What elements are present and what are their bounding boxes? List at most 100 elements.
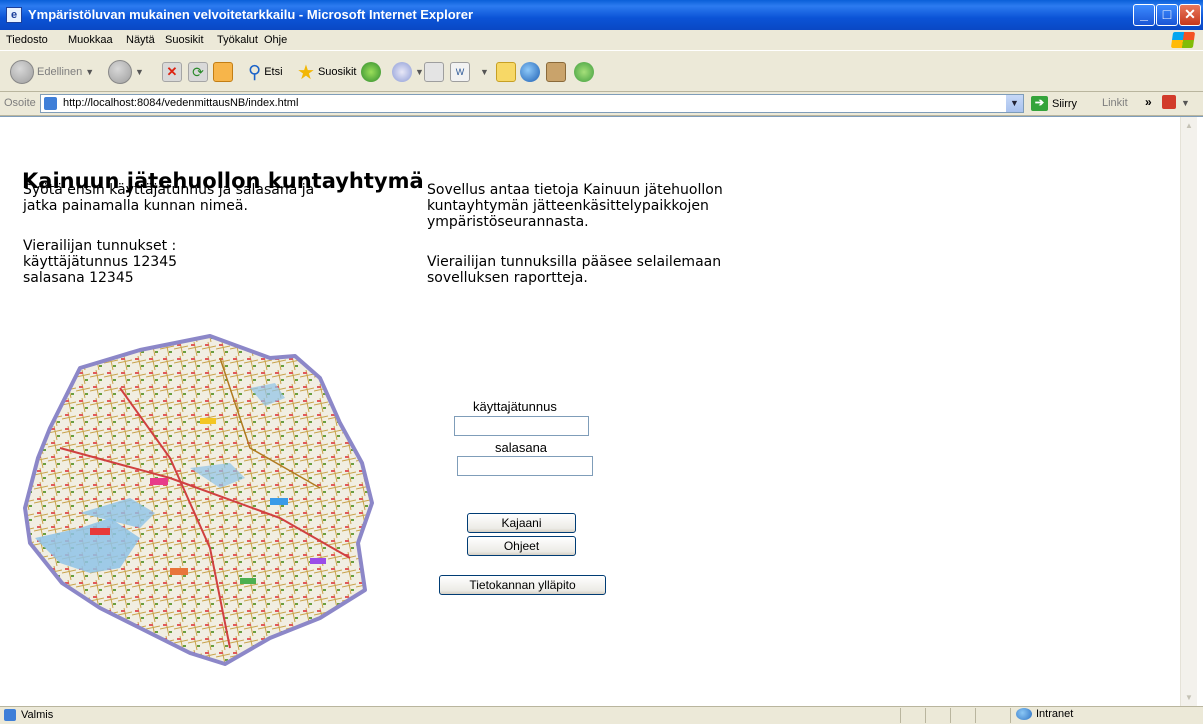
edit-button[interactable]: W (450, 59, 470, 85)
database-admin-button[interactable]: Tietokannan ylläpito (439, 575, 606, 595)
window-title: Ympäristöluvan mukainen velvoitetarkkail… (28, 7, 474, 22)
messenger-button[interactable] (574, 59, 594, 85)
minimize-button[interactable]: _ (1133, 4, 1155, 26)
town-marker (240, 578, 256, 584)
address-url: http://localhost:8084/vedenmittausNB/ind… (63, 97, 299, 109)
title-bar: e Ympäristöluvan mukainen velvoitetarkka… (0, 0, 1203, 30)
page-content: Kainuun jätehuollon kuntayhtymä Syötä en… (0, 116, 1203, 706)
intro-right-line: kuntayhtymän jätteenkäsittelypaikkojen (427, 198, 709, 214)
chevron-down-icon: ▼ (85, 67, 95, 77)
intro-right-line: ympäristöseurannasta. (427, 214, 589, 230)
ie-icon: e (6, 7, 22, 23)
home-icon (213, 62, 233, 82)
intro-left-line: Syötä ensin käyttäjätunnus ja salasana j… (23, 182, 315, 198)
history-icon (361, 62, 381, 82)
chevron-down-icon: ▼ (480, 67, 489, 77)
chevron-down-icon[interactable]: ▼ (1181, 98, 1190, 108)
books-icon (546, 62, 566, 82)
toolbar: Edellinen ▼ ▼ ✕ ⟳ ⚲ Etsi ★ Suosikit ▼ W … (0, 50, 1203, 92)
maximize-button[interactable]: □ (1156, 4, 1178, 26)
print-button[interactable] (424, 59, 444, 85)
search-label: Etsi (264, 66, 283, 78)
discuss-button[interactable] (496, 59, 516, 85)
kainuu-map (23, 334, 374, 666)
intro-right-line: Sovellus antaa tietoja Kainuun jätehuoll… (427, 182, 723, 198)
stop-icon: ✕ (162, 62, 182, 82)
visitor-line: Vierailijan tunnukset : (23, 238, 177, 254)
intranet-icon (1016, 708, 1032, 720)
kajaani-button[interactable]: Kajaani (467, 513, 576, 533)
search-button[interactable]: ⚲ Etsi (248, 59, 283, 85)
page-icon (4, 709, 16, 721)
intro-right: Sovellus antaa tietoja Kainuun jätehuoll… (427, 182, 723, 230)
help-button[interactable]: Ohjeet (467, 536, 576, 556)
town-marker (150, 478, 168, 485)
windows-logo-icon (1170, 32, 1196, 48)
address-input[interactable]: http://localhost:8084/vedenmittausNB/ind… (40, 94, 1024, 113)
menu-tools[interactable]: Työkalut (217, 34, 258, 46)
intro-left: Syötä ensin käyttäjätunnus ja salasana j… (23, 182, 314, 214)
pdf-icon[interactable] (1162, 95, 1176, 109)
menu-bar: Tiedosto Muokkaa Näytä Suosikit Työkalut… (0, 30, 1203, 50)
word-icon: W (450, 62, 470, 82)
favorites-star-icon: ★ (297, 61, 315, 84)
folder-icon (496, 62, 516, 82)
username-input[interactable] (454, 416, 589, 436)
chevron-down-icon[interactable]: ▼ (1006, 95, 1023, 112)
messenger-icon (574, 62, 594, 82)
security-zone: Intranet (1016, 708, 1073, 720)
forward-button[interactable]: ▼ (108, 59, 144, 85)
page-icon (44, 97, 57, 110)
password-label: salasana (495, 440, 548, 455)
chevron-down-icon: ▼ (135, 67, 144, 77)
status-divider (1010, 708, 1011, 723)
history-button[interactable] (361, 59, 381, 85)
stop-button[interactable]: ✕ (162, 59, 182, 85)
links-label[interactable]: Linkit (1102, 97, 1128, 109)
forward-arrow-icon (108, 60, 132, 84)
scroll-up-icon[interactable]: ▲ (1181, 117, 1197, 134)
mail-button[interactable]: ▼ (392, 59, 424, 85)
town-marker (200, 418, 216, 424)
visitor-line: käyttäjätunnus 12345 (23, 254, 178, 270)
go-arrow-icon: ➔ (1031, 96, 1048, 111)
back-button[interactable]: Edellinen ▼ (10, 59, 94, 85)
username-label: käyttajätunnus (473, 399, 557, 414)
media-button[interactable] (520, 59, 540, 85)
status-divider (900, 708, 901, 723)
mail-icon (392, 62, 412, 82)
menu-view[interactable]: Näytä (126, 34, 155, 46)
refresh-button[interactable]: ⟳ (188, 59, 208, 85)
vertical-scrollbar[interactable]: ▲ ▼ (1180, 117, 1197, 706)
scroll-down-icon[interactable]: ▼ (1181, 689, 1197, 706)
go-label: Siirry (1052, 97, 1078, 110)
refresh-icon: ⟳ (188, 62, 208, 82)
chevron-down-icon: ▼ (415, 67, 424, 77)
chevron-right-icon[interactable]: » (1145, 95, 1152, 109)
back-arrow-icon (10, 60, 34, 84)
globe-icon (520, 62, 540, 82)
home-button[interactable] (213, 59, 233, 85)
favorites-button[interactable]: ★ Suosikit (297, 59, 356, 85)
status-bar: Valmis Intranet (0, 706, 1203, 724)
status-divider (925, 708, 926, 723)
favorites-label: Suosikit (317, 66, 357, 78)
menu-file[interactable]: Tiedosto (6, 34, 48, 46)
status-divider (975, 708, 976, 723)
map-region (23, 334, 374, 666)
search-icon: ⚲ (248, 61, 262, 82)
zone-label: Intranet (1036, 708, 1074, 720)
password-input[interactable] (457, 456, 593, 476)
intro-left-line: jatka painamalla kunnan nimeä. (23, 198, 248, 214)
research-button[interactable] (546, 59, 566, 85)
close-button[interactable]: ✕ (1179, 4, 1201, 26)
go-button[interactable]: ➔ Siirry (1031, 96, 1077, 111)
town-marker (90, 528, 110, 535)
menu-edit[interactable]: Muokkaa (68, 34, 113, 46)
menu-help[interactable]: Ohje (264, 34, 287, 46)
status-text: Valmis (21, 709, 54, 721)
edit-dropdown-button[interactable]: ▼ (480, 59, 489, 85)
menu-favorites[interactable]: Suosikit (165, 34, 204, 46)
town-marker (270, 498, 288, 505)
visitor-info: Vierailijan tunnuksilla pääsee selailema… (427, 254, 721, 286)
